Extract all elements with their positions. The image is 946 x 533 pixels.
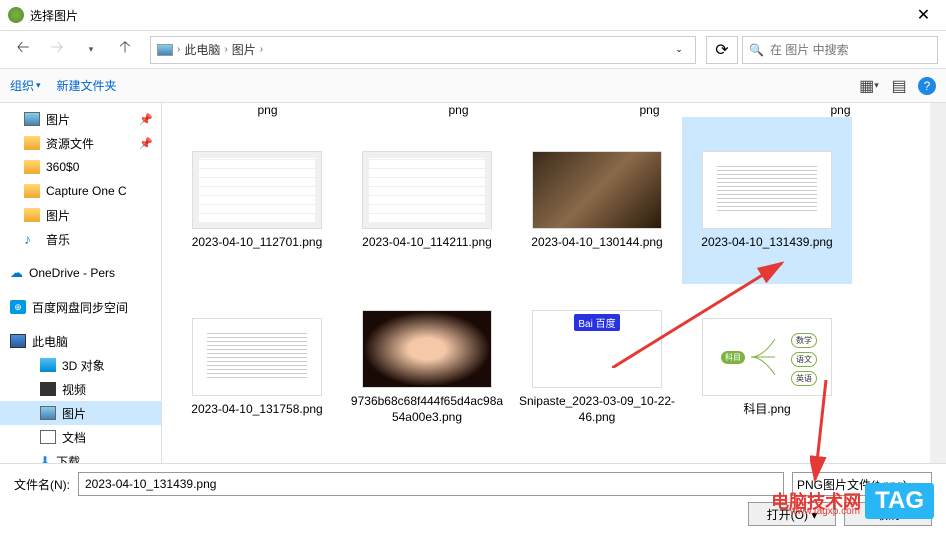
pc-icon (10, 334, 26, 348)
thumbnail (532, 151, 662, 229)
file-item-selected[interactable]: 2023-04-10_131439.png (682, 117, 852, 284)
file-item[interactable]: 2023-04-10_112701.png (172, 117, 342, 284)
sidebar-item-music[interactable]: ♪音乐 (0, 227, 161, 251)
file-name: 科目.png (743, 402, 790, 418)
search-box[interactable]: 🔍 (742, 36, 938, 64)
music-icon: ♪ (24, 231, 40, 247)
up-button[interactable]: ▾ (76, 36, 106, 64)
scrollbar-vertical[interactable] (930, 103, 946, 463)
refresh-button[interactable]: ⟳ (706, 36, 738, 64)
breadcrumb-folder[interactable]: 图片 (232, 41, 256, 58)
file-item[interactable]: 2023-04-10_131758.png (172, 284, 342, 451)
chevron-right-icon: › (224, 44, 227, 55)
thumbnail (192, 151, 322, 229)
sidebar-item-documents[interactable]: 文档 (0, 425, 161, 449)
sidebar-item-download[interactable]: ⬇下载 (0, 449, 161, 463)
file-name: 2023-04-10_114211.png (362, 235, 492, 251)
thumbnail (702, 151, 832, 229)
file-grid: png png png png 2023-04-10_112701.png 20… (162, 103, 946, 463)
thumbnail (362, 151, 492, 229)
app-icon (8, 7, 24, 23)
back-button[interactable]: 🡠 (8, 36, 38, 64)
filename-input[interactable] (78, 472, 784, 496)
forward-button[interactable]: 🡢 (42, 36, 72, 64)
location-icon (157, 44, 173, 56)
thumbnail (362, 310, 492, 388)
watermark: 电脑技术网 TAG www.tagxp.com (771, 483, 934, 519)
sidebar-item-3dobjects[interactable]: 3D 对象 (0, 353, 161, 377)
file-name: 2023-04-10_131758.png (191, 402, 322, 418)
prev-row-label: png (448, 103, 468, 117)
thumbnail: 科目 数学 语文 英语 (702, 318, 832, 396)
sidebar-item-pictures3[interactable]: 图片 (0, 401, 161, 425)
sidebar-item-onedrive[interactable]: ☁OneDrive - Pers (0, 261, 161, 285)
close-button[interactable]: ✕ (901, 0, 946, 30)
sidebar: 图片📌 资源文件📌 360$0 Capture One C 图片 ♪音乐 ☁On… (0, 103, 162, 463)
sidebar-item-baidu[interactable]: ⊕百度网盘同步空间 (0, 295, 161, 319)
file-item[interactable]: 2023-04-10_130144.png (512, 117, 682, 284)
toolbar: 组织 ▾ 新建文件夹 ▦ ▾ ▤ ? (0, 69, 946, 103)
help-button[interactable]: ? (918, 77, 936, 95)
file-name: 2023-04-10_130144.png (531, 235, 662, 251)
file-name: Snipaste_2023-03-09_10-22-46.png (518, 394, 676, 425)
file-name: 2023-04-10_131439.png (701, 235, 832, 251)
prev-row-label: png (639, 103, 659, 117)
file-item[interactable]: Bai 百度 Snipaste_2023-03-09_10-22-46.png (512, 284, 682, 451)
filename-label: 文件名(N): (14, 476, 70, 493)
chevron-right-icon: › (177, 44, 180, 55)
nav-bar: 🡠 🡢 ▾ 🡡 › 此电脑 › 图片 › ⌄ ⟳ 🔍 (0, 31, 946, 69)
sidebar-item-360[interactable]: 360$0 (0, 155, 161, 179)
search-input[interactable] (770, 43, 931, 57)
address-bar[interactable]: › 此电脑 › 图片 › ⌄ (150, 36, 696, 64)
cloud-icon: ☁ (10, 265, 23, 281)
file-name: 9736b68c68f444f65d4ac98a54a00e3.png (348, 394, 506, 425)
thumbnail (192, 318, 322, 396)
thumbnail: Bai 百度 (532, 310, 662, 388)
prev-row-label: png (830, 103, 850, 117)
view-icons-button[interactable]: ▦ ▾ (858, 75, 880, 97)
baidu-icon: ⊕ (10, 300, 26, 314)
prev-row-label: png (257, 103, 277, 117)
new-folder-button[interactable]: 新建文件夹 (57, 77, 117, 94)
window-title: 选择图片 (30, 7, 78, 24)
file-item[interactable]: 2023-04-10_114211.png (342, 117, 512, 284)
organize-menu[interactable]: 组织 ▾ (10, 77, 41, 94)
address-dropdown[interactable]: ⌄ (669, 44, 689, 55)
pin-icon: 📌 (139, 113, 153, 126)
view-details-button[interactable]: ▤ (888, 75, 910, 97)
file-item[interactable]: 科目 数学 语文 英语 科目.png (682, 284, 852, 451)
sidebar-item-capture[interactable]: Capture One C (0, 179, 161, 203)
up-folder-button[interactable]: 🡡 (110, 36, 140, 64)
sidebar-item-pictures2[interactable]: 图片 (0, 203, 161, 227)
sidebar-item-thispc[interactable]: 此电脑 (0, 329, 161, 353)
pin-icon: 📌 (139, 137, 153, 150)
breadcrumb-pc[interactable]: 此电脑 (184, 41, 220, 58)
chevron-right-icon: › (260, 44, 263, 55)
sidebar-item-resources[interactable]: 资源文件📌 (0, 131, 161, 155)
download-icon: ⬇ (40, 454, 50, 463)
sidebar-item-pictures[interactable]: 图片📌 (0, 107, 161, 131)
file-item[interactable]: 9736b68c68f444f65d4ac98a54a00e3.png (342, 284, 512, 451)
sidebar-item-video[interactable]: 视频 (0, 377, 161, 401)
title-bar: 选择图片 ✕ (0, 0, 946, 31)
search-icon: 🔍 (749, 43, 764, 57)
file-name: 2023-04-10_112701.png (192, 235, 323, 251)
